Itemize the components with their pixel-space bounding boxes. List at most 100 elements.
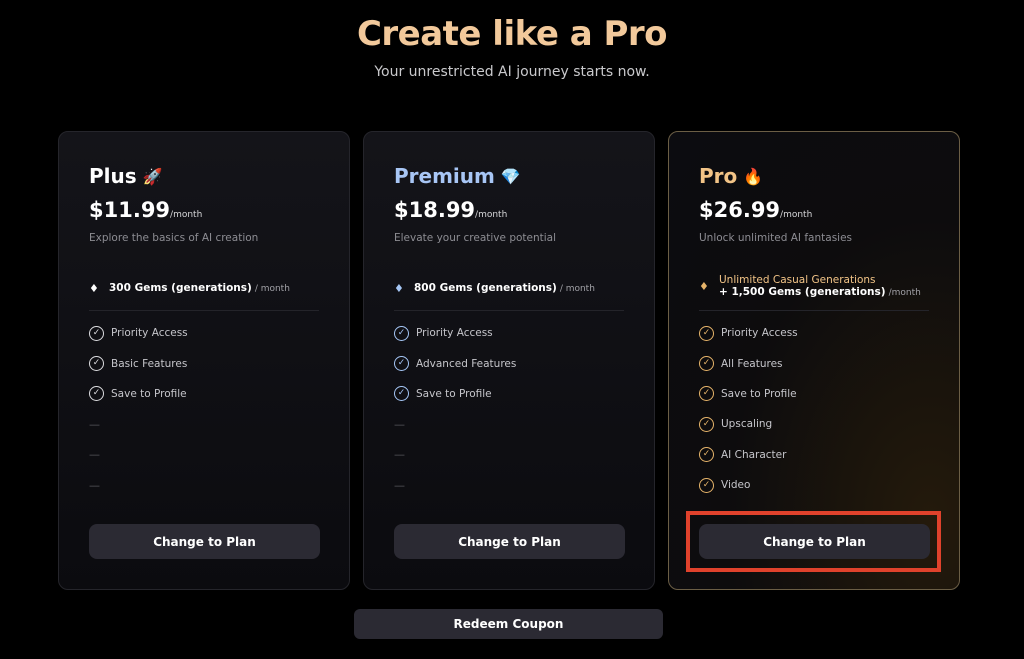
feature-list: ✓ Priority Access ✓ Basic Features ✓ Save t… xyxy=(89,318,319,500)
change-to-plan-button-plus[interactable]: Change to Plan xyxy=(89,524,320,559)
feature-list: ✓ Priority Access ✓ All Features ✓ Save to … xyxy=(699,318,929,500)
gems-text: 800 Gems (generations) / month xyxy=(414,282,595,294)
plan-card-premium: Premium 💎 $18.99/month Elevate your crea… xyxy=(363,131,655,590)
feature-item: ✓ Upscaling xyxy=(699,409,929,439)
check-circle-icon: ✓ xyxy=(394,356,409,372)
feature-item: — xyxy=(394,409,624,439)
feature-item: — xyxy=(89,470,319,500)
gem-icon: ♦ xyxy=(89,282,99,295)
gems-allowance: ♦ 300 Gems (generations) / month xyxy=(89,282,319,296)
feature-dash: — xyxy=(394,478,405,492)
feature-label: Advanced Features xyxy=(416,357,517,370)
feature-label: AI Character xyxy=(721,448,787,461)
feature-label: Save to Profile xyxy=(721,387,797,400)
plan-name: Pro 🔥 xyxy=(699,164,763,188)
check-circle-icon: ✓ xyxy=(699,447,714,463)
gems-unit: /month xyxy=(888,288,921,298)
check-circle-icon: ✓ xyxy=(699,325,714,341)
divider xyxy=(394,310,624,311)
fire-icon: 🔥 xyxy=(743,166,764,186)
divider xyxy=(89,310,319,311)
plan-title: Plus xyxy=(89,164,137,188)
plan-price: $11.99/month xyxy=(89,198,202,222)
plan-title: Pro xyxy=(699,164,738,188)
feature-item: ✓ Priority Access xyxy=(699,318,929,348)
feature-item: ✓ Save to Profile xyxy=(394,379,624,409)
check-circle-icon: ✓ xyxy=(89,356,104,372)
feature-item: ✓ All Features xyxy=(699,348,929,378)
price-amount: $18.99 xyxy=(394,198,476,222)
gems-text: Unlimited Casual Generations + 1,500 Gem… xyxy=(719,274,921,298)
check-circle-icon: ✓ xyxy=(89,386,104,402)
gems-unit: / month xyxy=(254,284,290,294)
plan-description: Elevate your creative potential xyxy=(394,232,557,244)
feature-dash: — xyxy=(89,417,100,431)
gems-allowance: ♦ 800 Gems (generations) / month xyxy=(394,282,624,296)
plan-description: Unlock unlimited AI fantasies xyxy=(699,232,853,244)
gems-count: 800 Gems (generations) xyxy=(414,282,557,294)
feature-item: — xyxy=(394,470,624,500)
feature-item: ✓ Save to Profile xyxy=(699,379,929,409)
feature-list: ✓ Priority Access ✓ Advanced Features ✓ Sav… xyxy=(394,318,624,500)
check-circle-icon: ✓ xyxy=(699,386,714,402)
feature-label: Priority Access xyxy=(721,327,798,340)
feature-item: ✓ Priority Access xyxy=(394,318,624,348)
plan-price: $26.99/month xyxy=(699,198,812,222)
check-circle-icon: ✓ xyxy=(699,477,714,493)
check-circle-icon: ✓ xyxy=(699,356,714,372)
redeem-coupon-button[interactable]: Redeem Coupon xyxy=(354,609,663,639)
feature-label: Priority Access xyxy=(111,327,188,340)
feature-dash: — xyxy=(394,448,405,462)
feature-item: ✓ Video xyxy=(699,470,929,500)
feature-label: Video xyxy=(721,479,751,492)
plan-name: Plus 🚀 xyxy=(89,164,163,188)
plan-price: $18.99/month xyxy=(394,198,507,222)
feature-dash: — xyxy=(89,478,100,492)
price-period: /month xyxy=(170,210,203,220)
feature-label: Basic Features xyxy=(111,357,188,370)
gems-text: 300 Gems (generations) / month xyxy=(109,282,290,294)
page-subtitle: Your unrestricted AI journey starts now. xyxy=(374,64,650,80)
plan-card-plus: Plus 🚀 $11.99/month Explore the basics o… xyxy=(58,131,350,590)
diamond-icon: 💎 xyxy=(500,166,521,186)
price-period: /month xyxy=(475,210,508,220)
feature-item: ✓ Advanced Features xyxy=(394,348,624,378)
gems-count: 300 Gems (generations) xyxy=(109,282,252,294)
feature-item: ✓ AI Character xyxy=(699,440,929,470)
feature-item: — xyxy=(89,409,319,439)
gem-icon: ♦ xyxy=(699,280,709,293)
feature-item: — xyxy=(394,440,624,470)
check-circle-icon: ✓ xyxy=(394,386,409,402)
plan-description: Explore the basics of AI creation xyxy=(89,232,259,244)
rocket-icon: 🚀 xyxy=(142,166,163,186)
check-circle-icon: ✓ xyxy=(89,325,104,341)
feature-item: ✓ Save to Profile xyxy=(89,379,319,409)
feature-dash: — xyxy=(394,417,405,431)
feature-label: Priority Access xyxy=(416,327,493,340)
gems-allowance: ♦ Unlimited Casual Generations + 1,500 G… xyxy=(699,274,929,298)
feature-label: Upscaling xyxy=(721,418,773,431)
feature-label: All Features xyxy=(721,357,783,370)
price-period: /month xyxy=(780,210,813,220)
page-title: Create like a Pro xyxy=(356,14,668,54)
feature-item: — xyxy=(89,440,319,470)
feature-item: ✓ Priority Access xyxy=(89,318,319,348)
plan-title: Premium xyxy=(394,164,495,188)
price-amount: $11.99 xyxy=(89,198,171,222)
check-circle-icon: ✓ xyxy=(394,325,409,341)
check-circle-icon: ✓ xyxy=(699,416,714,432)
plan-name: Premium 💎 xyxy=(394,164,521,188)
highlight-box xyxy=(686,511,941,572)
change-to-plan-button-premium[interactable]: Change to Plan xyxy=(394,524,625,559)
feature-label: Save to Profile xyxy=(111,387,187,400)
gems-unit: / month xyxy=(559,284,595,294)
price-amount: $26.99 xyxy=(699,198,781,222)
divider xyxy=(699,310,929,311)
feature-item: ✓ Basic Features xyxy=(89,348,319,378)
feature-dash: — xyxy=(89,448,100,462)
gem-icon: ♦ xyxy=(394,282,404,295)
gems-count: + 1,500 Gems (generations) xyxy=(719,286,886,298)
feature-label: Save to Profile xyxy=(416,387,492,400)
unlimited-generations-label: Unlimited Casual Generations xyxy=(719,274,876,286)
pricing-page: Create like a Pro Your unrestricted AI j… xyxy=(0,0,1024,659)
